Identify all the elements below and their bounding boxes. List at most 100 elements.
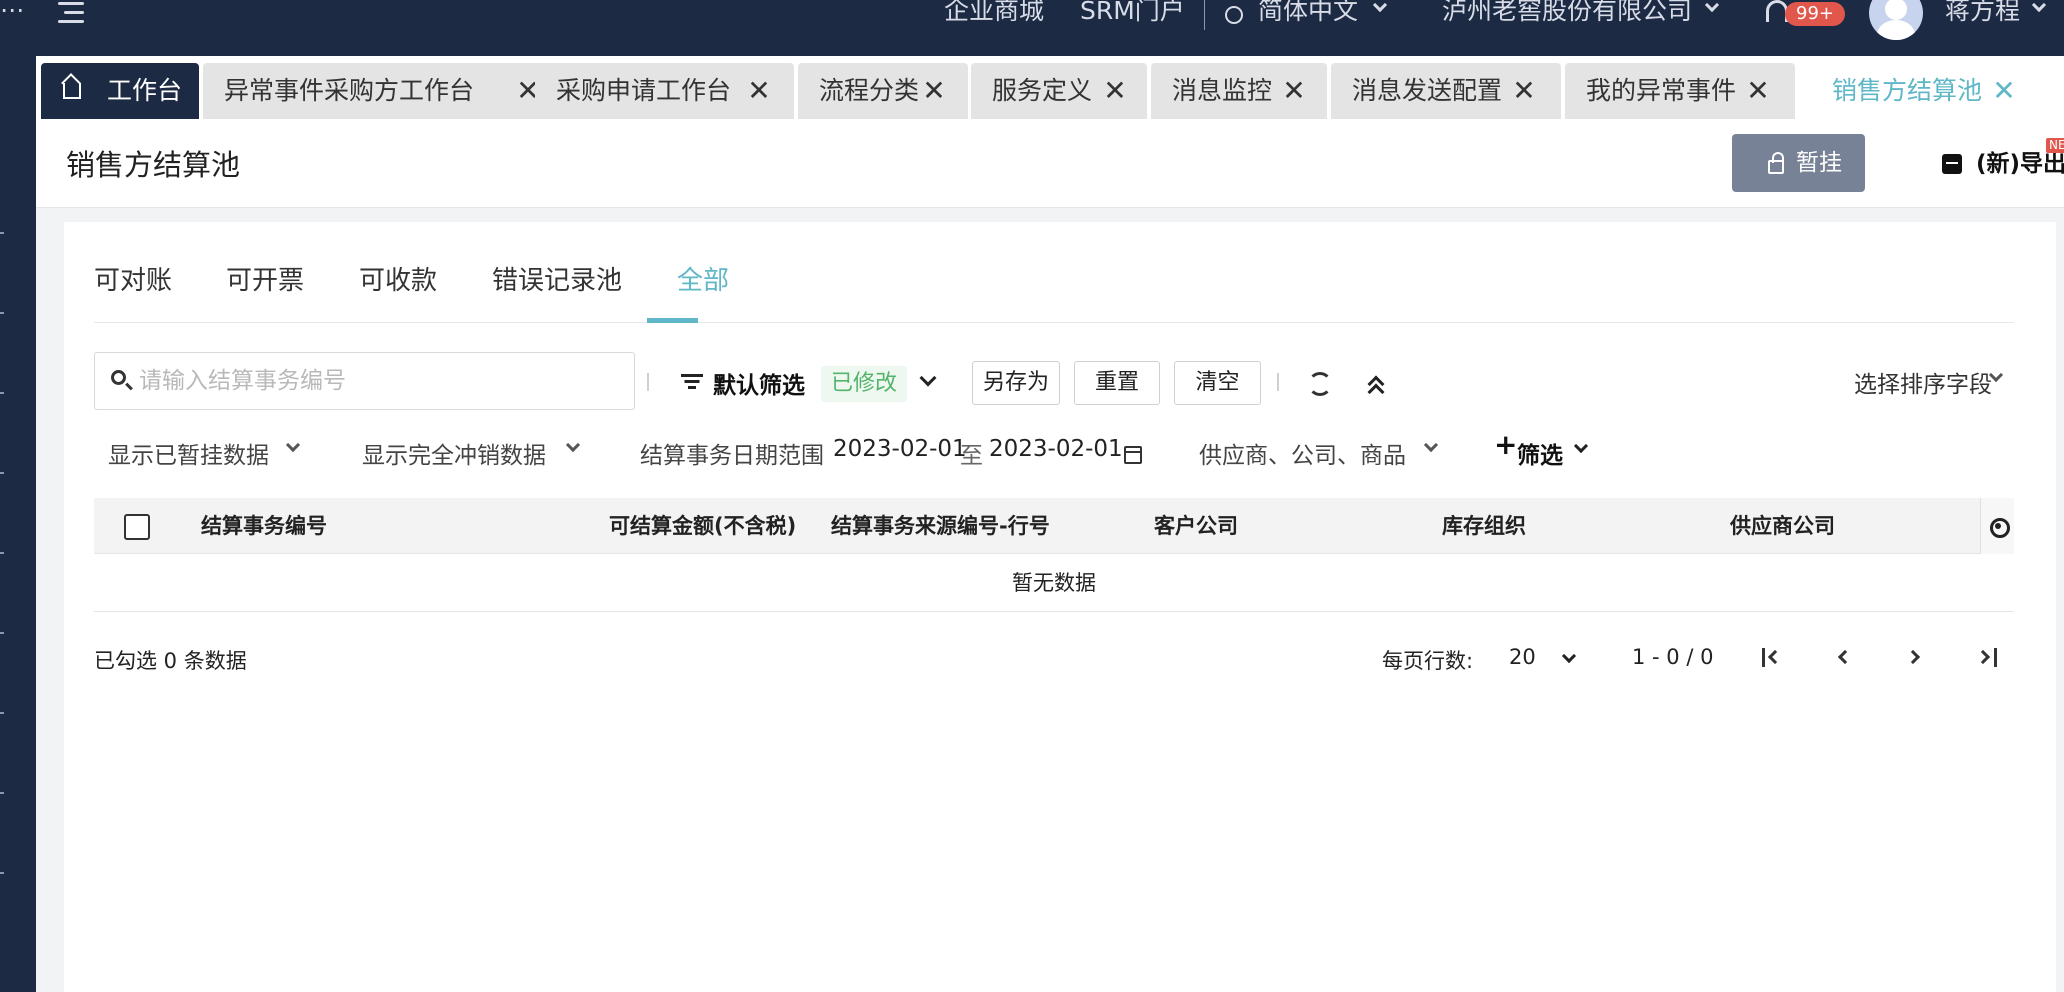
rows-per-page-select[interactable]: 20 (1509, 645, 1536, 669)
supplier-company-goods-filter[interactable]: 供应商、公司、商品 (1199, 436, 1406, 470)
chevron-down-icon[interactable] (1561, 648, 1577, 664)
close-icon[interactable]: ✕ (1992, 63, 2016, 119)
date-range-separator: 至 (960, 443, 983, 469)
search-input[interactable] (139, 361, 619, 401)
sidebar-marker (0, 632, 4, 634)
mall-link[interactable]: 企业商城 (944, 0, 1044, 28)
rows-per-page-label: 每页行数: (1382, 649, 1474, 673)
tab-workbench[interactable]: 工作台 (41, 63, 199, 119)
tab-label: 采购申请工作台 (556, 76, 732, 105)
date-from-input[interactable]: 2023-02-01 (833, 436, 967, 462)
page-range: 1 - 0 / 0 (1632, 645, 1714, 669)
close-icon[interactable]: ✕ (1282, 63, 1306, 119)
column-header[interactable]: 库存组织 (1442, 498, 1526, 554)
user-name[interactable]: 蒋方程 (1945, 0, 2020, 28)
sidebar-marker (0, 472, 4, 474)
show-held-filter[interactable]: 显示已暂挂数据 (108, 436, 269, 470)
tab-receivable[interactable]: 可收款 (359, 260, 437, 297)
empty-state: 暂无数据 (94, 554, 2014, 612)
language-select[interactable]: 简体中文 (1258, 0, 1358, 28)
hold-button[interactable]: 暂挂 (1732, 134, 1865, 192)
close-icon[interactable]: ✕ (1103, 63, 1127, 119)
tab-invoiceable[interactable]: 可开票 (226, 260, 304, 297)
clear-button[interactable]: 清空 (1174, 361, 1261, 405)
chevron-down-icon (565, 437, 581, 453)
prev-page-icon[interactable] (1834, 646, 1858, 670)
tab-error-pool[interactable]: 错误记录池 (492, 260, 622, 297)
search-box[interactable] (94, 352, 635, 410)
avatar[interactable] (1869, 0, 1923, 40)
first-page-icon[interactable] (1761, 646, 1785, 670)
selected-count: 已勾选 0 条数据 (94, 649, 247, 673)
tab-message-monitor[interactable]: 消息监控 ✕ (1151, 63, 1327, 119)
export-label: (新)导出 (1976, 151, 2064, 177)
tab-seller-settlement-pool[interactable]: 销售方结算池 ✕ (1811, 63, 2041, 119)
chevron-down-icon (1423, 437, 1439, 453)
hold-label: 暂挂 (1796, 150, 1842, 176)
tab-label: 服务定义 (992, 76, 1093, 105)
default-filter-label[interactable]: 默认筛选 (713, 366, 805, 400)
column-header[interactable]: 可结算金额(不含税) (609, 498, 796, 554)
globe-icon (1225, 6, 1243, 24)
select-all-checkbox[interactable] (124, 514, 150, 540)
more-dots-icon[interactable]: ⋯ (0, 0, 24, 24)
tab-label: 异常事件采购方工作台 (224, 76, 475, 105)
chevron-down-icon (1573, 438, 1589, 454)
filter-icon (680, 374, 704, 390)
chevron-down-icon (285, 437, 301, 453)
portal-link[interactable]: SRM门户 (1080, 0, 1185, 28)
sort-field-select[interactable]: 选择排序字段 (1854, 365, 1992, 399)
sidebar-marker (0, 392, 4, 394)
column-header[interactable]: 结算事务编号 (201, 498, 327, 554)
close-icon[interactable]: ✕ (1746, 63, 1770, 119)
sidebar-marker (0, 792, 4, 794)
tab-purchase-request[interactable]: 采购申请工作台 ✕ (535, 63, 794, 119)
search-icon (111, 370, 126, 385)
column-header[interactable]: 结算事务来源编号-行号 (831, 498, 1050, 554)
active-tab-indicator (647, 318, 698, 323)
close-icon[interactable]: ✕ (922, 63, 946, 119)
export-icon (1942, 154, 1962, 174)
menu-collapse-icon[interactable] (52, 0, 84, 26)
save-as-button[interactable]: 另存为 (972, 361, 1060, 405)
next-page-icon[interactable] (1904, 646, 1928, 670)
sub-tab-bar: 可对账 可开票 可收款 错误记录池 全部 (94, 222, 2014, 323)
date-to-input[interactable]: 2023-02-01 (989, 436, 1123, 462)
collapse-up-icon[interactable] (1366, 372, 1386, 401)
sidebar-marker (0, 552, 4, 554)
sidebar-marker (0, 872, 4, 874)
column-header[interactable]: 供应商公司 (1730, 498, 1835, 554)
last-page-icon[interactable] (1975, 646, 2000, 670)
sidebar (0, 0, 36, 992)
sidebar-marker (0, 232, 4, 234)
gear-icon[interactable] (1980, 498, 2014, 554)
date-range-label: 结算事务日期范围 (640, 443, 824, 469)
show-offset-filter[interactable]: 显示完全冲销数据 (362, 436, 546, 470)
chevron-down-icon (1372, 0, 1388, 13)
calendar-icon[interactable] (1124, 446, 1142, 464)
divider (1204, 0, 1205, 30)
tab-bar: 工作台 异常事件采购方工作台 ✕ 采购申请工作台 ✕ 流程分类 ✕ 服务定义 ✕… (36, 56, 2064, 124)
tab-process-category[interactable]: 流程分类 ✕ (798, 63, 968, 119)
content-card: 可对账 可开票 可收款 错误记录池 全部 默认筛选 已修改 另存为 重置 清空 … (64, 222, 2056, 992)
tab-service-definition[interactable]: 服务定义 ✕ (971, 63, 1147, 119)
tab-my-exceptions[interactable]: 我的异常事件 ✕ (1565, 63, 1795, 119)
lock-icon (1768, 152, 1784, 174)
column-header[interactable]: 客户公司 (1154, 498, 1238, 554)
tab-label: 消息发送配置 (1352, 76, 1503, 105)
sidebar-marker (0, 712, 4, 714)
close-icon[interactable]: ✕ (1512, 63, 1536, 119)
refresh-icon[interactable] (1308, 372, 1332, 396)
tab-all[interactable]: 全部 (677, 260, 729, 297)
page-header: 销售方结算池 暂挂 (新)导出 NEW (36, 124, 2064, 208)
new-badge: NEW (2046, 138, 2064, 153)
tab-message-send-config[interactable]: 消息发送配置 ✕ (1331, 63, 1561, 119)
tab-reconcilable[interactable]: 可对账 (94, 260, 172, 297)
reset-button[interactable]: 重置 (1074, 361, 1160, 405)
company-select[interactable]: 泸州老窖股份有限公司 (1442, 0, 1692, 28)
tab-exception-buyer[interactable]: 异常事件采购方工作台 ✕ (203, 63, 565, 119)
plus-icon[interactable]: + (1494, 428, 1517, 461)
more-filter-button[interactable]: 筛选 (1517, 436, 1563, 470)
chevron-down-icon[interactable] (919, 369, 937, 387)
close-icon[interactable]: ✕ (747, 63, 771, 119)
